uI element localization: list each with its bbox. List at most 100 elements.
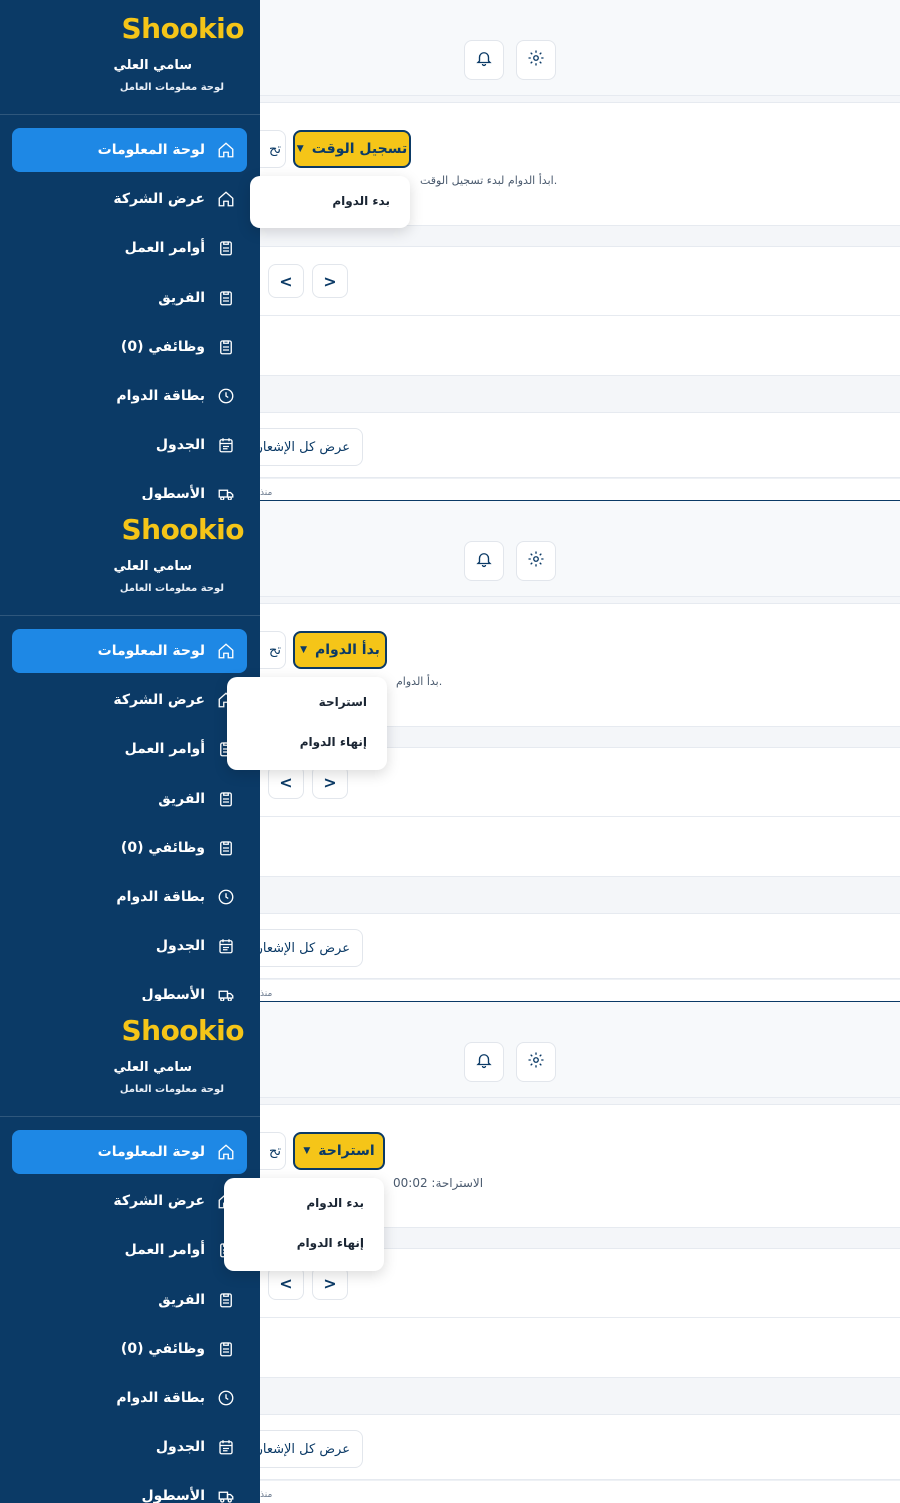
main-content: تح ▼ تسجيل الوقت ابدأ الدوام لبدء تسجيل … (250, 0, 900, 500)
brand-logo: Shookio (121, 513, 244, 546)
sidebar-item-fleet[interactable]: الأسطول (12, 973, 247, 1001)
sidebar-item-label: عرض الشركة (113, 191, 205, 207)
dropdown-item-end-shift[interactable]: إنهاء الدوام (300, 735, 367, 749)
sidebar-item-timecard[interactable]: بطاقة الدوام (12, 875, 247, 919)
sidebar-item-timecard[interactable]: بطاقة الدوام (12, 1376, 247, 1420)
dropdown-item-break[interactable]: استراحة (319, 695, 367, 709)
sidebar-item-fleet[interactable]: الأسطول (12, 472, 247, 500)
sidebar-item-label: أوامر العمل (124, 1242, 205, 1258)
sidebar-item-label: عرض الشركة (113, 692, 205, 708)
view-all-notifications-button[interactable]: عرض كل الإشعارات (260, 1430, 363, 1468)
sidebar-item-label: أوامر العمل (124, 240, 205, 256)
brand-logo: Shookio (121, 1014, 244, 1047)
sidebar-item-label: بطاقة الدوام (116, 1390, 205, 1406)
calendar-body (260, 817, 900, 877)
sidebar-item-team[interactable]: الفريق (12, 777, 247, 821)
sidebar-item-dashboard[interactable]: لوحة المعلومات (12, 1130, 247, 1174)
prev-button[interactable]: < (268, 765, 304, 799)
sidebar-item-label: لوحة المعلومات (97, 1144, 205, 1160)
sidebar-item-label: وظائفي (0) (120, 339, 205, 355)
settings-button[interactable] (516, 40, 556, 80)
view-all-notifications-button[interactable]: عرض كل الإشعارات (260, 428, 363, 466)
sidebar-item-label: وظائفي (0) (120, 1341, 205, 1357)
status-hint: بدأ الدوام. (396, 675, 443, 688)
notifications-button[interactable] (464, 1042, 504, 1082)
next-button[interactable]: > (312, 1266, 348, 1300)
caret-down-icon: ▼ (303, 1146, 311, 1156)
clock-icon (217, 1389, 235, 1407)
sidebar-item-schedule[interactable]: الجدول (12, 423, 247, 467)
tab-partial[interactable]: تح (260, 1132, 286, 1170)
time-clock-button-label: تسجيل الوقت (311, 141, 408, 157)
sidebar-item-dashboard[interactable]: لوحة المعلومات (12, 128, 247, 172)
time-clock-button-label: بدأ الدوام (315, 642, 380, 658)
sidebar-item-work-orders[interactable]: أوامر العمل (12, 1228, 247, 1272)
sidebar-item-dashboard[interactable]: لوحة المعلومات (12, 629, 247, 673)
sidebar-item-team[interactable]: الفريق (12, 1278, 247, 1322)
settings-button[interactable] (516, 1042, 556, 1082)
gear-icon (527, 1051, 545, 1073)
sidebar-item-my-jobs[interactable]: وظائفي (0) (12, 1327, 247, 1371)
time-clock-button[interactable]: ▼ استراحة (293, 1132, 385, 1170)
screen-frame-1: Shookio سامي العلي لوحة معلومات العامل ل… (0, 0, 900, 500)
time-clock-button-label: استراحة (318, 1143, 375, 1159)
time-clock-dropdown: بدء الدوام إنهاء الدوام (224, 1178, 384, 1271)
sidebar-item-label: عرض الشركة (113, 1193, 205, 1209)
notification-time: منذ (260, 488, 273, 498)
notification-time: منذ (260, 1490, 273, 1500)
sidebar-item-my-jobs[interactable]: وظائفي (0) (12, 325, 247, 369)
dropdown-item-end-shift[interactable]: إنهاء الدوام (297, 1236, 364, 1250)
time-clock-dropdown: استراحة إنهاء الدوام (227, 677, 387, 770)
notifications-button[interactable] (464, 40, 504, 80)
sidebar: Shookio سامي العلي لوحة معلومات العامل ل… (0, 0, 260, 500)
main-content: تح ▼ استراحة الاستراحة: 00:02 < > عرض كل… (224, 1002, 900, 1503)
clock-icon (217, 387, 235, 405)
home-icon (217, 141, 235, 159)
sidebar-item-fleet[interactable]: الأسطول (12, 1474, 247, 1503)
truck-icon (217, 1487, 235, 1503)
notification-row (260, 1480, 900, 1503)
notifications-button[interactable] (464, 541, 504, 581)
sidebar: Shookio سامي العلي لوحة معلومات العامل ل… (0, 1002, 260, 1503)
view-all-notifications-button[interactable]: عرض كل الإشعارات (260, 929, 363, 967)
sidebar-item-label: الجدول (155, 938, 205, 954)
main-content: تح ▼ بدأ الدوام بدأ الدوام. < > عرض كل ا… (227, 501, 900, 1001)
user-subtitle: لوحة معلومات العامل (119, 1084, 224, 1095)
next-button[interactable]: > (312, 264, 348, 298)
top-bar (260, 501, 900, 597)
sidebar-item-team[interactable]: الفريق (12, 276, 247, 320)
dropdown-item-start-shift[interactable]: بدء الدوام (332, 194, 390, 208)
sidebar-item-company[interactable]: عرض الشركة (12, 177, 247, 221)
sidebar-item-my-jobs[interactable]: وظائفي (0) (12, 826, 247, 870)
home-icon (217, 190, 235, 208)
sidebar-item-label: وظائفي (0) (120, 840, 205, 856)
tab-partial[interactable]: تح (260, 631, 286, 669)
sidebar-item-label: الفريق (158, 1292, 205, 1308)
sidebar-item-schedule[interactable]: الجدول (12, 924, 247, 968)
user-name: سامي العلي (113, 1060, 192, 1075)
time-clock-button[interactable]: ▼ بدأ الدوام (293, 631, 387, 669)
prev-button[interactable]: < (268, 1266, 304, 1300)
settings-button[interactable] (516, 541, 556, 581)
dropdown-item-start-shift[interactable]: بدء الدوام (306, 1196, 364, 1210)
sidebar-item-schedule[interactable]: الجدول (12, 1425, 247, 1469)
sidebar-item-timecard[interactable]: بطاقة الدوام (12, 374, 247, 418)
gear-icon (527, 550, 545, 572)
sidebar-item-work-orders[interactable]: أوامر العمل (12, 226, 247, 270)
truck-icon (217, 485, 235, 500)
next-button[interactable]: > (312, 765, 348, 799)
sidebar-divider (0, 1116, 260, 1117)
tab-partial[interactable]: تح (260, 130, 286, 168)
prev-button[interactable]: < (268, 264, 304, 298)
caret-down-icon: ▼ (300, 645, 307, 655)
sidebar-divider (0, 114, 260, 115)
user-name: سامي العلي (113, 559, 192, 574)
sidebar-item-company[interactable]: عرض الشركة (12, 678, 247, 722)
clipboard-icon (217, 1340, 235, 1358)
time-clock-button[interactable]: ▼ تسجيل الوقت (293, 130, 411, 168)
sidebar-item-company[interactable]: عرض الشركة (12, 1179, 247, 1223)
sidebar-item-work-orders[interactable]: أوامر العمل (12, 727, 247, 771)
sidebar-item-label: بطاقة الدوام (116, 388, 205, 404)
truck-icon (217, 986, 235, 1001)
sidebar-item-label: الجدول (155, 1439, 205, 1455)
